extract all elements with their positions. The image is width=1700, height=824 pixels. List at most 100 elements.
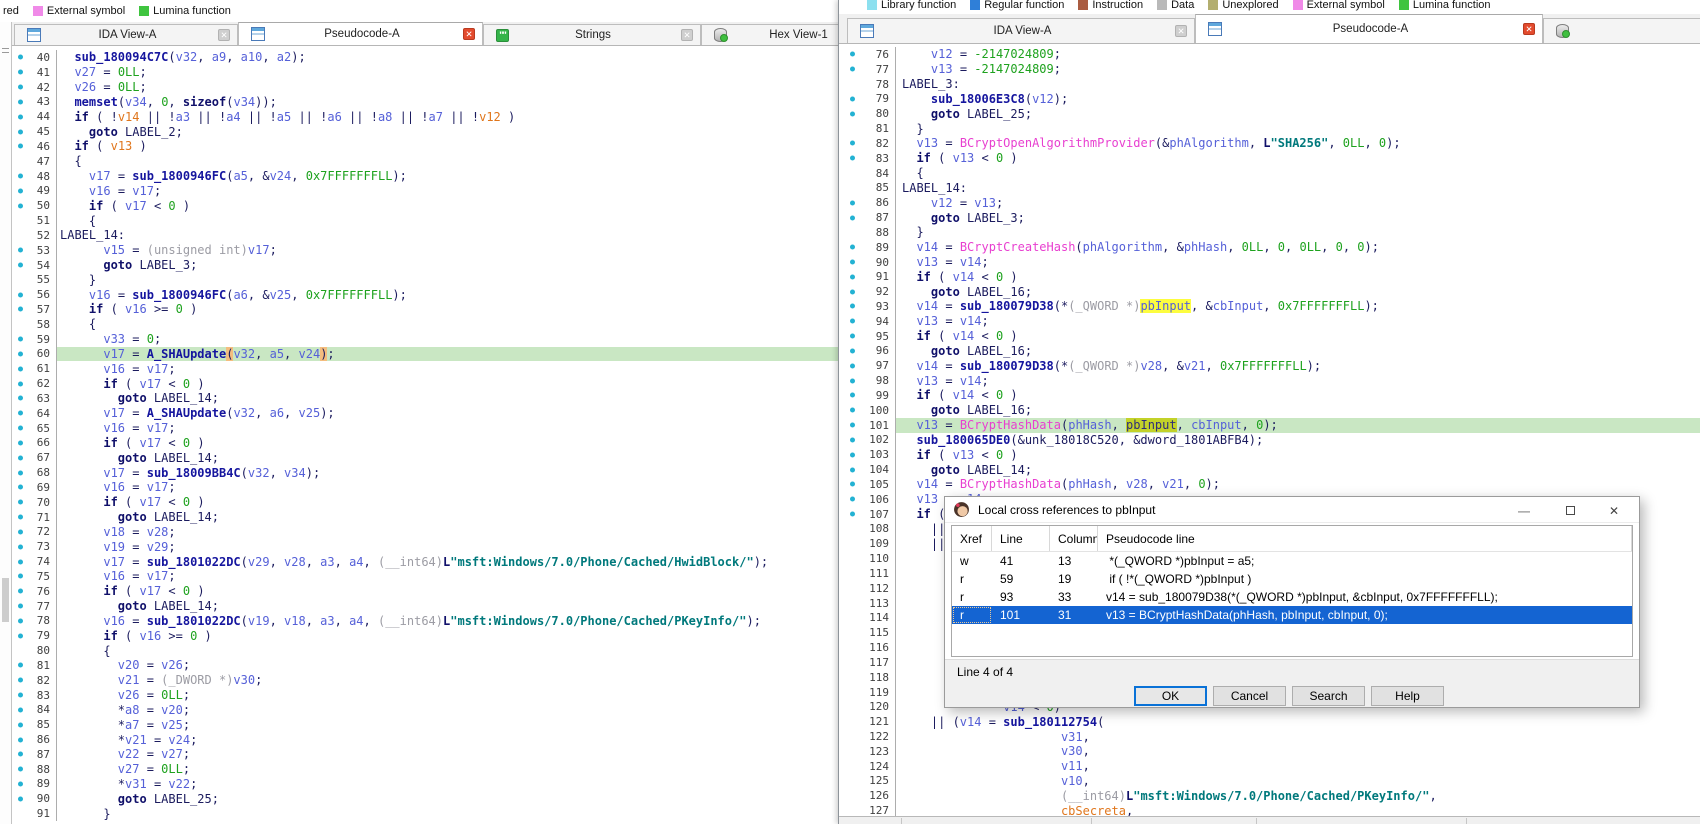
code-line[interactable]: 82 v13 = BCryptOpenAlgorithmProvider(&ph… [839, 136, 1700, 151]
code-line[interactable]: 86 *v21 = v24; [12, 732, 838, 747]
address-dot[interactable] [18, 366, 23, 371]
address-dot[interactable] [18, 796, 23, 801]
code-line[interactable]: 96 goto LABEL_16; [839, 344, 1700, 359]
address-dot[interactable] [18, 99, 23, 104]
tab-ida-view-a[interactable]: IDA View-A [847, 18, 1195, 43]
code-line[interactable]: 89 v14 = BCryptCreateHash(phAlgorithm, &… [839, 240, 1700, 255]
search-button[interactable]: Search [1292, 686, 1365, 706]
code-line[interactable]: 91 } [12, 806, 838, 821]
xref-row[interactable]: r5919 if ( !*(_QWORD *)pbInput ) [952, 570, 1632, 588]
code-line[interactable]: 94 v13 = v14; [839, 314, 1700, 329]
address-dot[interactable] [18, 55, 23, 60]
address-dot[interactable] [18, 263, 23, 268]
code-line[interactable]: 77 v13 = -2147024809; [839, 62, 1700, 77]
code-line[interactable]: 86 v12 = v13; [839, 195, 1700, 210]
address-dot[interactable] [850, 512, 855, 517]
address-dot[interactable] [850, 467, 855, 472]
column-header[interactable]: Column [1050, 526, 1098, 551]
code-line[interactable]: 105 v14 = BCryptHashData(phHash, v28, v2… [839, 477, 1700, 492]
dialog-titlebar[interactable]: Local cross references to pbInput — ✕ [945, 497, 1639, 523]
address-dot[interactable] [18, 722, 23, 727]
address-dot[interactable] [850, 348, 855, 353]
address-dot[interactable] [850, 156, 855, 161]
address-dot[interactable] [850, 334, 855, 339]
code-line[interactable]: 87 v22 = v27; [12, 747, 838, 762]
code-line[interactable]: 51 { [12, 213, 838, 228]
code-line[interactable]: 46 if ( v13 ) [12, 139, 838, 154]
code-line[interactable]: 81 } [839, 121, 1700, 136]
address-dot[interactable] [18, 426, 23, 431]
column-header[interactable]: Pseudocode line [1098, 526, 1632, 551]
address-dot[interactable] [18, 529, 23, 534]
tab-hex-view-1[interactable]: Hex View-1 [1543, 18, 1700, 43]
help-button[interactable]: Help [1371, 686, 1444, 706]
address-dot[interactable] [850, 67, 855, 72]
code-line[interactable]: 43 memset(v34, 0, sizeof(v34)); [12, 94, 838, 109]
address-dot[interactable] [850, 200, 855, 205]
xref-row[interactable]: r10131v13 = BCryptHashData(phHash, pbInp… [952, 606, 1632, 624]
code-line[interactable]: 72 v18 = v28; [12, 525, 838, 540]
address-dot[interactable] [850, 260, 855, 265]
code-line[interactable]: 84 { [839, 166, 1700, 181]
tab-close-icon[interactable] [1175, 25, 1187, 37]
code-line[interactable]: 64 v17 = A_SHAUpdate(v32, a6, v25); [12, 406, 838, 421]
address-dot[interactable] [18, 781, 23, 786]
code-line[interactable]: 85LABEL_14: [839, 180, 1700, 195]
code-line[interactable]: 57 if ( v16 >= 0 ) [12, 302, 838, 317]
code-line[interactable]: 99 if ( v14 < 0 ) [839, 388, 1700, 403]
address-dot[interactable] [18, 411, 23, 416]
address-dot[interactable] [18, 767, 23, 772]
code-line[interactable]: 41 v27 = 0LL; [12, 65, 838, 80]
code-line[interactable]: 45 goto LABEL_2; [12, 124, 838, 139]
code-line[interactable]: 76 v12 = -2147024809; [839, 47, 1700, 62]
ok-button[interactable]: OK [1134, 686, 1207, 706]
code-line[interactable]: 123 v30, [839, 744, 1700, 759]
address-dot[interactable] [850, 408, 855, 413]
scrollbar-thumb[interactable] [2, 578, 9, 622]
address-dot[interactable] [18, 678, 23, 683]
address-dot[interactable] [18, 693, 23, 698]
address-dot[interactable] [850, 274, 855, 279]
code-line[interactable]: 84 *a8 = v20; [12, 702, 838, 717]
address-dot[interactable] [850, 141, 855, 146]
code-line[interactable]: 42 v26 = 0LL; [12, 80, 838, 95]
code-line[interactable]: 90 goto LABEL_25; [12, 791, 838, 806]
code-line[interactable]: 56 v16 = sub_1800946FC(a6, &v25, 0x7FFFF… [12, 287, 838, 302]
address-dot[interactable] [18, 618, 23, 623]
address-dot[interactable] [18, 337, 23, 342]
code-line[interactable]: 82 v21 = (_DWORD *)v30; [12, 673, 838, 688]
code-line[interactable]: 52LABEL_14: [12, 228, 838, 243]
address-dot[interactable] [850, 215, 855, 220]
code-line[interactable]: 63 goto LABEL_14; [12, 391, 838, 406]
code-line[interactable]: 93 v14 = sub_180079D38(*(_QWORD *)pbInpu… [839, 299, 1700, 314]
tab-close-icon[interactable] [1523, 23, 1535, 35]
code-line[interactable]: 40 sub_180094C7C(v32, a9, a10, a2); [12, 50, 838, 65]
address-dot[interactable] [18, 604, 23, 609]
address-dot[interactable] [850, 482, 855, 487]
address-dot[interactable] [18, 292, 23, 297]
address-dot[interactable] [18, 574, 23, 579]
code-line[interactable]: 78LABEL_3: [839, 77, 1700, 92]
code-line[interactable]: 78 v16 = sub_1801022DC(v19, v18, a3, a4,… [12, 613, 838, 628]
code-line[interactable]: 47 { [12, 154, 838, 169]
address-dot[interactable] [850, 393, 855, 398]
address-dot[interactable] [18, 559, 23, 564]
code-line[interactable]: 76 if ( v17 < 0 ) [12, 584, 838, 599]
address-dot[interactable] [18, 515, 23, 520]
code-line[interactable]: 74 v17 = sub_1801022DC(v29, v28, a3, a4,… [12, 554, 838, 569]
address-dot[interactable] [850, 111, 855, 116]
code-line[interactable]: 66 if ( v17 < 0 ) [12, 436, 838, 451]
tab-strings[interactable]: Strings [483, 24, 701, 45]
code-line[interactable]: 97 v14 = sub_180079D38(*(_QWORD *)v28, &… [839, 358, 1700, 373]
address-dot[interactable] [18, 752, 23, 757]
address-dot[interactable] [18, 174, 23, 179]
address-dot[interactable] [18, 589, 23, 594]
code-line[interactable]: 68 v17 = sub_18009BB4C(v32, v34); [12, 465, 838, 480]
left-edge-splitter[interactable] [0, 22, 12, 824]
cancel-button[interactable]: Cancel [1213, 686, 1286, 706]
tab-ida-view-a[interactable]: IDA View-A [14, 24, 238, 45]
code-line[interactable]: 48 v17 = sub_1800946FC(a5, &v24, 0x7FFFF… [12, 169, 838, 184]
code-line[interactable]: 60 v17 = A_SHAUpdate(v32, a5, v24); [12, 347, 838, 362]
code-line[interactable]: 100 goto LABEL_16; [839, 403, 1700, 418]
xref-table[interactable]: XrefLineColumnPseudocode line w4113 *(_Q… [951, 525, 1633, 657]
